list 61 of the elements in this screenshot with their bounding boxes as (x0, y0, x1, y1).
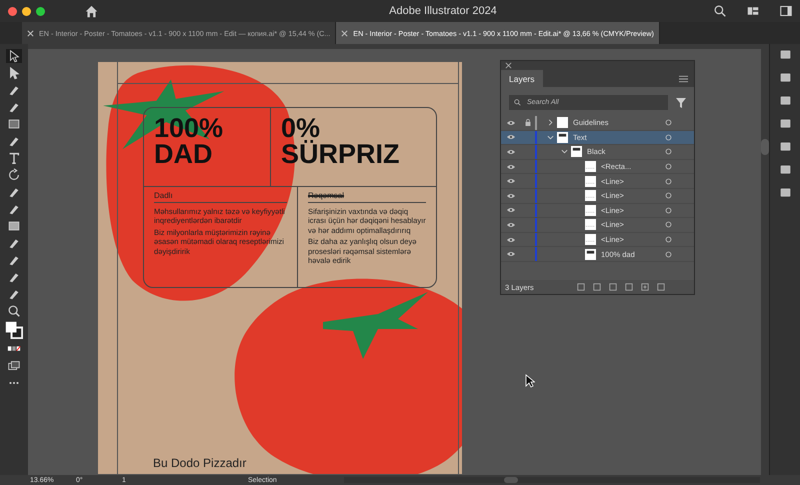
column-heading: Rəqəmsal (308, 191, 426, 203)
home-icon[interactable] (85, 4, 98, 18)
layer-thumbnail-icon (571, 146, 582, 158)
panel-toggle-icon[interactable] (780, 5, 792, 17)
poster-footer-text: Bu Dodo Pizzadır (153, 456, 246, 470)
close-icon[interactable] (8, 6, 17, 16)
layer-thumbnail-icon (585, 176, 596, 187)
eye-icon[interactable] (507, 251, 515, 258)
target-circle-icon[interactable] (665, 163, 672, 170)
rectangle-icon[interactable] (6, 117, 22, 131)
zoom-icon[interactable] (6, 304, 22, 318)
eye-icon[interactable] (507, 207, 515, 214)
screen-mode-icon[interactable] (6, 359, 22, 373)
eye-icon[interactable] (507, 192, 515, 199)
eye-icon[interactable] (507, 222, 515, 228)
layer-thumbnail-icon (585, 190, 596, 202)
workspace-icon[interactable] (747, 5, 759, 17)
eye-icon[interactable] (507, 164, 515, 170)
rotate-icon[interactable] (6, 168, 22, 182)
column-heading: Dadlı (154, 191, 287, 203)
eye-icon[interactable] (507, 134, 515, 140)
minimize-icon[interactable] (22, 6, 31, 16)
target-circle-icon[interactable] (665, 206, 672, 214)
filter-icon[interactable] (676, 98, 686, 108)
target-circle-icon[interactable] (665, 236, 672, 244)
close-icon[interactable] (27, 30, 34, 36)
search-icon (514, 99, 521, 106)
target-circle-icon[interactable] (665, 148, 672, 156)
scrollbar-thumb[interactable] (761, 139, 769, 155)
target-circle-icon[interactable] (665, 192, 672, 200)
layer-thumbnail-icon (585, 248, 596, 260)
eye-icon[interactable] (507, 120, 515, 126)
chevron-icon[interactable] (560, 148, 568, 156)
target-circle-icon[interactable] (665, 178, 672, 185)
target-circle-icon[interactable] (665, 221, 672, 228)
close-icon[interactable] (505, 62, 512, 69)
layers-tab[interactable]: Layers (501, 70, 543, 87)
scrollbar-thumb[interactable] (504, 477, 518, 483)
target-circle-icon[interactable] (665, 134, 672, 141)
eye-icon[interactable] (507, 178, 515, 184)
layer-thumbnail-icon (585, 204, 596, 216)
layer-thumbnail-icon (557, 117, 568, 128)
layer-thumbnail-icon (557, 132, 568, 143)
menu-icon[interactable] (679, 75, 688, 83)
maximize-icon[interactable] (36, 6, 45, 16)
target-circle-icon[interactable] (665, 250, 672, 258)
layer-thumbnail-icon (585, 161, 596, 172)
chevron-icon[interactable] (546, 134, 554, 141)
fill-stroke-icon[interactable] (5, 321, 23, 339)
eye-icon[interactable] (507, 236, 515, 243)
lock-icon[interactable] (525, 119, 531, 126)
layer-thumbnail-icon (585, 219, 596, 230)
chevron-icon[interactable] (546, 119, 554, 126)
close-icon[interactable] (341, 30, 348, 36)
eye-icon[interactable] (507, 148, 515, 155)
layer-thumbnail-icon (585, 234, 596, 246)
mouse-pointer-icon (525, 374, 535, 388)
search-icon[interactable] (714, 5, 726, 17)
new-layer-icon[interactable] (641, 283, 649, 291)
target-circle-icon[interactable] (665, 119, 672, 126)
window-title: Adobe Illustrator 2024 (388, 5, 498, 17)
